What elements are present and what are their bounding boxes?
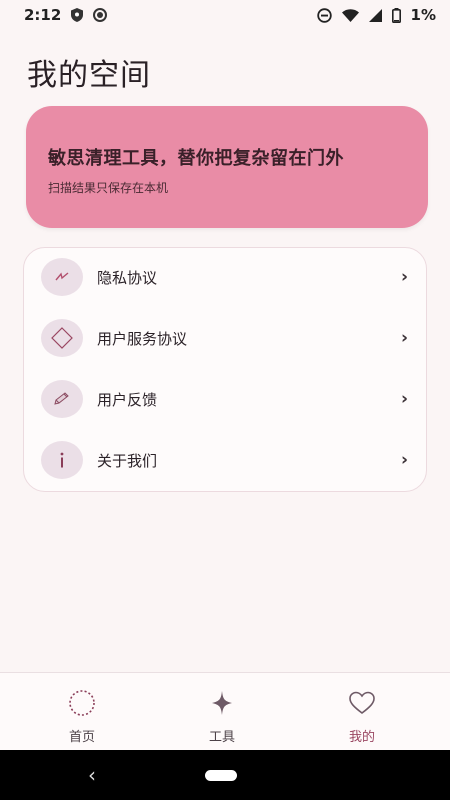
record-icon — [93, 8, 108, 22]
lightning-icon — [41, 258, 83, 296]
nav-item-home[interactable]: 首页 — [37, 689, 127, 745]
menu-item-label: 关于我们 — [97, 451, 158, 470]
diamond-icon — [41, 319, 83, 357]
menu-item-label: 用户反馈 — [97, 390, 158, 409]
back-button[interactable]: ‹ — [88, 763, 96, 787]
chevron-right-icon: › — [400, 267, 408, 287]
info-icon — [41, 441, 83, 479]
bottom-nav: 首页 工具 我的 — [0, 672, 450, 751]
chevron-right-icon: › — [400, 389, 408, 409]
hero-card: 敏思清理工具，替你把复杂留在门外 扫描结果只保存在本机 — [26, 106, 428, 228]
menu-item-about-us[interactable]: 关于我们 › — [24, 431, 426, 489]
hero-subtitle: 扫描结果只保存在本机 — [48, 181, 169, 195]
sparkle-icon — [210, 689, 234, 721]
menu-item-label: 用户服务协议 — [97, 329, 188, 348]
dotted-circle-icon — [68, 689, 96, 721]
nav-item-mine[interactable]: 我的 — [317, 689, 407, 745]
nav-label: 我的 — [348, 730, 375, 745]
pencil-icon — [41, 380, 83, 418]
nav-label: 工具 — [208, 730, 235, 745]
wifi-icon — [341, 8, 359, 22]
system-nav-bar: ‹ — [0, 750, 450, 800]
menu-item-feedback[interactable]: 用户反馈 › — [24, 370, 426, 428]
status-right: 1% — [316, 6, 436, 24]
status-time: 2:12 — [24, 6, 62, 24]
shield-icon — [71, 8, 84, 22]
menu-item-user-agreement[interactable]: 用户服务协议 › — [24, 309, 426, 367]
nav-item-tools[interactable]: 工具 — [177, 689, 267, 745]
heart-icon — [348, 689, 376, 721]
status-bar: 2:12 1% — [0, 0, 450, 30]
chevron-right-icon: › — [400, 450, 408, 470]
menu-item-label: 隐私协议 — [97, 268, 158, 287]
battery-icon — [391, 7, 401, 23]
do-not-disturb-icon — [316, 7, 332, 23]
home-pill[interactable] — [205, 770, 237, 781]
status-left: 2:12 — [24, 6, 108, 24]
page-title: 我的空间 — [27, 58, 151, 93]
battery-percent: 1% — [410, 6, 436, 24]
signal-icon — [368, 8, 382, 22]
menu-item-privacy-policy[interactable]: 隐私协议 › — [24, 248, 426, 306]
menu-card: 隐私协议 › 用户服务协议 › 用户反馈 › 关于我们 › — [23, 247, 427, 492]
chevron-right-icon: › — [400, 328, 408, 348]
nav-label: 首页 — [68, 730, 95, 745]
hero-title: 敏思清理工具，替你把复杂留在门外 — [48, 148, 344, 169]
